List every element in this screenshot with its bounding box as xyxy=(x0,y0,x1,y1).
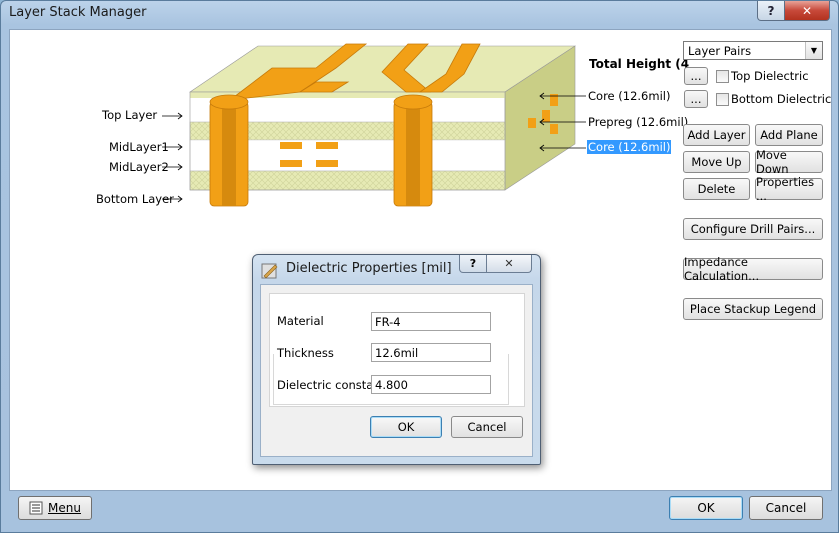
label-top-layer: Top Layer xyxy=(102,108,158,122)
top-dielectric-checkbox[interactable] xyxy=(716,70,729,83)
label-midlayer1: MidLayer1 xyxy=(109,140,169,154)
ok-button[interactable]: OK xyxy=(669,496,743,520)
properties-group: Material FR-4 Thickness 12.6mil Dielectr… xyxy=(269,293,525,407)
add-layer-button[interactable]: Add Layer xyxy=(683,124,750,146)
layer-stack-manager-window: Layer Stack Manager ? ✕ Top Layer MidLay… xyxy=(0,0,839,533)
dialog-client: Material FR-4 Thickness 12.6mil Dielectr… xyxy=(260,284,533,457)
label-core-2-selected[interactable]: Core (12.6mil) xyxy=(587,140,672,154)
mid-pad-1 xyxy=(280,142,302,149)
move-down-button[interactable]: Move Down xyxy=(755,148,823,176)
side-copper-2 xyxy=(542,110,550,122)
title-bar: Layer Stack Manager ? ✕ xyxy=(1,1,838,27)
dialog-app-icon xyxy=(261,263,278,279)
via-right-barrel xyxy=(406,102,420,206)
label-bottom-layer: Bottom Layer xyxy=(96,192,174,206)
add-plane-button[interactable]: Add Plane xyxy=(755,124,823,146)
side-copper-3 xyxy=(550,124,558,134)
side-copper-4 xyxy=(528,118,536,128)
dielectric-properties-dialog: Dielectric Properties [mil] ? ✕ Material… xyxy=(252,254,541,465)
dielectric-constant-field[interactable]: 4.800 xyxy=(371,375,491,394)
dialog-ok-button[interactable]: OK xyxy=(370,416,442,438)
mid-pad-4 xyxy=(316,160,338,167)
layer-pairs-select[interactable]: Layer Pairs ▼ xyxy=(683,41,823,60)
place-stackup-legend-button[interactable]: Place Stackup Legend xyxy=(683,298,823,320)
material-field[interactable]: FR-4 xyxy=(371,312,491,331)
arrow-top-layer xyxy=(162,112,183,120)
configure-drill-pairs-button[interactable]: Configure Drill Pairs... xyxy=(683,218,823,240)
window-title: Layer Stack Manager xyxy=(9,5,147,20)
mid-pad-3 xyxy=(280,160,302,167)
dialog-help-button[interactable]: ? xyxy=(459,255,487,273)
delete-button[interactable]: Delete xyxy=(683,178,750,200)
move-up-button[interactable]: Move Up xyxy=(683,151,750,173)
bottom-dielectric-checkbox[interactable] xyxy=(716,93,729,106)
label-core-1[interactable]: Core (12.6mil) xyxy=(588,89,670,103)
via-right-pad xyxy=(393,94,433,110)
bottom-dielectric-browse-button[interactable]: ... xyxy=(684,90,708,108)
via-left-barrel xyxy=(222,102,236,206)
bottom-dielectric-label: Bottom Dielectric xyxy=(731,92,832,106)
layer-pairs-value: Layer Pairs xyxy=(688,44,752,58)
menu-label: Menu xyxy=(48,501,81,515)
label-midlayer2: MidLayer2 xyxy=(109,160,169,174)
mid-pad-2 xyxy=(316,142,338,149)
chevron-down-icon[interactable]: ▼ xyxy=(805,42,822,59)
top-dielectric-browse-button[interactable]: ... xyxy=(684,67,708,85)
dielectric-constant-label: Dielectric constant xyxy=(277,378,386,392)
cancel-button[interactable]: Cancel xyxy=(749,496,823,520)
label-prepreg[interactable]: Prepreg (12.6mil) xyxy=(588,115,688,129)
dialog-title: Dielectric Properties [mil] xyxy=(286,261,452,276)
impedance-calculation-button[interactable]: Impedance Calculation... xyxy=(683,255,823,283)
material-label: Material xyxy=(277,314,324,328)
help-button[interactable]: ? xyxy=(757,1,785,21)
via-left-pad xyxy=(209,94,249,110)
menu-button[interactable]: Menu xyxy=(18,496,92,520)
close-button[interactable]: ✕ xyxy=(784,1,830,21)
dialog-close-button[interactable]: ✕ xyxy=(486,255,532,273)
top-dielectric-label: Top Dielectric xyxy=(731,69,809,83)
dialog-cancel-button[interactable]: Cancel xyxy=(451,416,523,438)
total-height: Total Height (4 xyxy=(589,57,690,71)
properties-button[interactable]: Properties ... xyxy=(755,175,823,203)
menu-icon xyxy=(29,501,43,515)
